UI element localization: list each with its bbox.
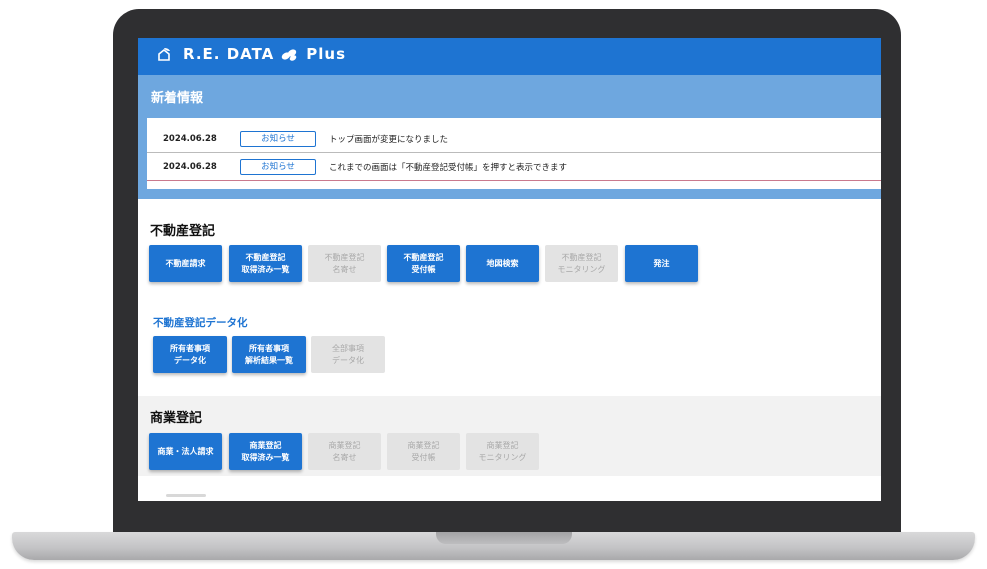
owner-items-digitize-button[interactable]: 所有者事項 データ化 (153, 336, 227, 373)
button-label: 全部事項 (332, 343, 364, 353)
owner-items-analysis-list-button[interactable]: 所有者事項 解析結果一覧 (232, 336, 306, 373)
button-label: 不動産登記 (324, 252, 365, 262)
news-text: これまでの画面は「不動産登記受付帳」を押すと表示できます (329, 163, 568, 173)
brand-logo[interactable]: R.E. DATA Plus (157, 45, 346, 63)
button-label: 所有者事項 (170, 343, 210, 353)
button-label: データ化 (332, 355, 364, 365)
button-label: 商業登記 (328, 440, 361, 450)
commercial-reception-book-button[interactable]: 商業登記 受付帳 (387, 433, 460, 470)
house-leaf-icon (158, 48, 170, 61)
app-screen: R.E. DATA Plus 新着情報 2024.06.28 お知らせ トップ画… (138, 38, 881, 501)
news-category-badge: お知らせ (240, 131, 316, 147)
real-estate-request-button[interactable]: 不動産請求 (149, 245, 222, 282)
button-label: 所有者事項 (249, 343, 289, 353)
button-label: 商業登記 (407, 440, 440, 450)
next-section-cutoff (166, 494, 206, 497)
real-estate-reception-book-button[interactable]: 不動産登記 受付帳 (387, 245, 460, 282)
button-label: 解析結果一覧 (245, 355, 293, 365)
button-label: 不動産登記 (561, 252, 602, 262)
brand-name: R.E. DATA (183, 45, 275, 63)
map-search-button[interactable]: 地図検索 (466, 245, 539, 282)
section-title-digitize: 不動産登記データ化 (153, 317, 248, 329)
commercial-acquired-list-button[interactable]: 商業登記 取得済み一覧 (229, 433, 302, 470)
brand-plus: Plus (306, 45, 347, 63)
button-label: モニタリング (557, 264, 606, 274)
news-title: 新着情報 (151, 91, 204, 106)
news-category-badge: お知らせ (240, 159, 316, 175)
real-estate-name-search-button[interactable]: 不動産登記 名寄せ (308, 245, 381, 282)
button-label: 商業登記 (486, 440, 519, 450)
header-bar: R.E. DATA Plus (138, 38, 881, 75)
button-label: 不動産登記 (403, 252, 444, 262)
real-estate-monitoring-button[interactable]: 不動産登記 モニタリング (545, 245, 618, 282)
all-items-digitize-button[interactable]: 全部事項 データ化 (311, 336, 385, 373)
order-button[interactable]: 発注 (625, 245, 698, 282)
news-list: 2024.06.28 お知らせ トップ画面が変更になりました 2024.06.2… (147, 118, 881, 189)
button-label: 取得済み一覧 (241, 264, 290, 274)
button-label: モニタリング (478, 452, 527, 462)
button-label: 名寄せ (332, 452, 357, 462)
leaf-cluster-icon (282, 49, 297, 61)
button-label: 商業・法人請求 (157, 446, 214, 456)
news-panel: 新着情報 2024.06.28 お知らせ トップ画面が変更になりました 2024… (138, 75, 881, 199)
button-label: 地図検索 (486, 258, 519, 268)
news-item[interactable]: 2024.06.28 お知らせ これまでの画面は「不動産登記受付帳」を押すと表示… (147, 154, 881, 181)
commercial-name-search-button[interactable]: 商業登記 名寄せ (308, 433, 381, 470)
button-label: データ化 (174, 355, 206, 365)
button-label: 商業登記 (249, 440, 282, 450)
section-title-real-estate: 不動産登記 (150, 224, 216, 239)
laptop-notch (436, 532, 572, 544)
section-title-commercial: 商業登記 (150, 411, 203, 426)
news-item[interactable]: 2024.06.28 お知らせ トップ画面が変更になりました (147, 126, 881, 153)
button-label: 名寄せ (332, 264, 357, 274)
commercial-corporate-request-button[interactable]: 商業・法人請求 (149, 433, 222, 470)
button-label: 受付帳 (411, 264, 436, 274)
button-label: 発注 (653, 258, 670, 268)
commercial-monitoring-button[interactable]: 商業登記 モニタリング (466, 433, 539, 470)
button-label: 不動産請求 (165, 258, 206, 268)
button-label: 不動産登記 (245, 252, 286, 262)
button-label: 受付帳 (411, 452, 436, 462)
news-text: トップ画面が変更になりました (329, 135, 449, 145)
news-date: 2024.06.28 (163, 134, 217, 144)
real-estate-acquired-list-button[interactable]: 不動産登記 取得済み一覧 (229, 245, 302, 282)
button-label: 取得済み一覧 (241, 452, 290, 462)
news-date: 2024.06.28 (163, 162, 217, 172)
